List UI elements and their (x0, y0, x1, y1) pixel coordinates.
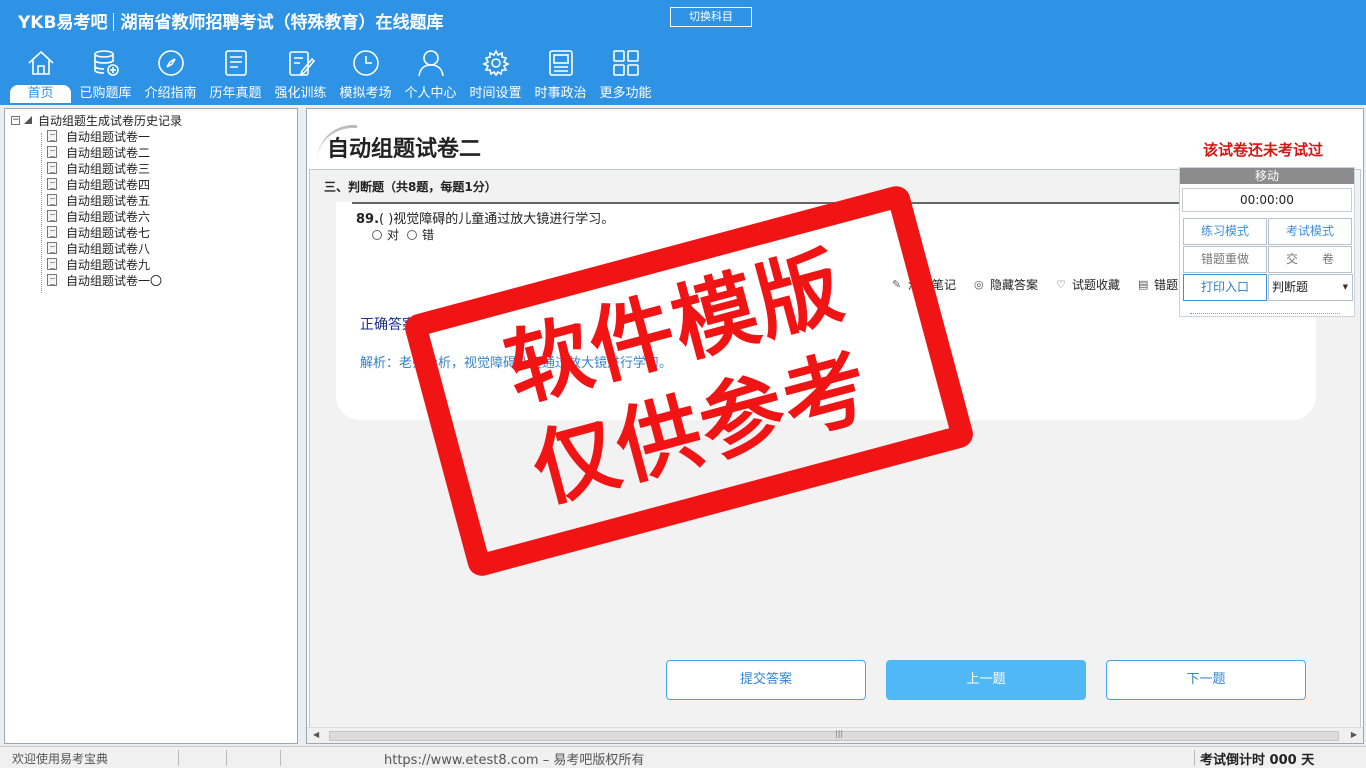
app-header: YKB易考吧 湖南省教师招聘考试（特殊教育）在线题库 切换科目 首页 已购题库 介… (0, 0, 1366, 105)
user-icon (417, 50, 444, 77)
document-icon (47, 146, 57, 158)
tree-item[interactable]: 自动组题试卷二 (37, 144, 162, 160)
document-icon (47, 258, 57, 270)
home-icon (27, 50, 54, 75)
clock-icon (352, 50, 379, 76)
document-icon (47, 226, 57, 238)
exam-mode-button[interactable]: 考试模式 (1268, 218, 1352, 245)
copyright-url: https://www.etest8.com – 易考吧版权所有 (384, 753, 645, 768)
pencil-icon: ✎ (892, 277, 902, 291)
eye-icon: ◎ (974, 277, 984, 291)
exam-control-box: 移动 00:00:00 练习模式 考试模式 错题重做 交 卷 打印入口 判断题 (1179, 167, 1355, 317)
switch-subject-button[interactable]: 切换科目 (670, 7, 752, 27)
book-icon: ▤ (1138, 277, 1149, 291)
logo: YKB易考吧 (18, 13, 108, 33)
nav-past-exams[interactable]: 历年真题 (203, 46, 268, 104)
hand-in-button[interactable]: 交 卷 (1268, 246, 1352, 273)
list-icon (224, 50, 247, 76)
nav-mock-exam[interactable]: 模拟考场 (333, 46, 398, 104)
question-number: 89. (356, 212, 380, 227)
exam-countdown: 考试倒计时 000 天 (1200, 753, 1315, 768)
tree-item[interactable]: 自动组题试卷五 (37, 192, 162, 208)
option-true[interactable]: 对 (372, 226, 399, 243)
question-card: 89.( )视觉障碍的儿童通过放大镜进行学习。 对 错 ✎ 添加笔记 ◎ 隐藏答案 … (336, 202, 1316, 420)
nav-home[interactable]: 首页 (8, 46, 73, 104)
document-icon (47, 194, 57, 206)
correct-answer: 正确答案 (360, 317, 416, 333)
history-tree-panel: − 自动组题生成试卷历史记录 自动组题试卷一 自动组题试卷二 自动组题试卷三 自… (4, 108, 298, 744)
question-type-select[interactable]: 判断题 (1268, 274, 1353, 301)
scroll-right-icon[interactable]: ▶ (1351, 730, 1357, 739)
tree-item[interactable]: 自动组题试卷六 (37, 208, 162, 224)
scroll-left-icon[interactable]: ◀ (313, 730, 319, 739)
tree-item[interactable]: 自动组题试卷七 (37, 224, 162, 240)
tree-item[interactable]: 自动组题试卷四 (37, 176, 162, 192)
exam-status: 该试卷还未考试过 (1202, 141, 1323, 159)
edit-icon (288, 51, 315, 76)
tree-root[interactable]: − 自动组题生成试卷历史记录 (11, 112, 182, 128)
practice-mode-button[interactable]: 练习模式 (1183, 218, 1267, 245)
horizontal-scrollbar[interactable]: ◀ ||| ▶ (307, 727, 1363, 743)
status-bar: 欢迎使用易考宝典 https://www.etest8.com – 易考吧版权所… (0, 746, 1366, 768)
app-brand: YKB易考吧 湖南省教师招聘考试（特殊教育）在线题库 (18, 8, 443, 33)
radio-icon[interactable] (407, 229, 418, 240)
nav-current-affairs[interactable]: 时事政治 (528, 46, 593, 104)
document-icon (47, 178, 57, 190)
answer-options: 对 错 (372, 226, 442, 243)
scrollbar-thumb[interactable] (329, 731, 1339, 741)
grid-icon (612, 50, 639, 76)
heart-icon: ♡ (1056, 277, 1066, 291)
nav-personal-center[interactable]: 个人中心 (398, 46, 463, 104)
database-icon (93, 50, 119, 76)
favorite-button[interactable]: ♡ 试题收藏 (1056, 276, 1120, 293)
app-title: 湖南省教师招聘考试（特殊教育）在线题库 (120, 13, 444, 33)
redo-wrong-button[interactable]: 错题重做 (1183, 246, 1267, 273)
prev-question-button[interactable]: 上一题 (886, 660, 1086, 700)
document-icon (47, 162, 57, 174)
tree-item[interactable]: 自动组题试卷一〇 (37, 272, 162, 288)
tree-children: 自动组题试卷一 自动组题试卷二 自动组题试卷三 自动组题试卷四 自动组题试卷五 … (37, 128, 162, 288)
document-icon (47, 130, 57, 142)
add-note-button[interactable]: ✎ 添加笔记 (892, 276, 956, 293)
tree-item[interactable]: 自动组题试卷九 (37, 256, 162, 272)
compass-icon (157, 50, 184, 76)
timer: 00:00:00 (1182, 188, 1352, 212)
nav-more[interactable]: 更多功能 (593, 46, 658, 104)
section-title: 三、判断题（共8题，每题1分） (324, 180, 497, 194)
document-icon (47, 242, 57, 254)
grip-icon: ||| (835, 729, 844, 738)
news-icon (548, 50, 573, 76)
wrong-book-button[interactable]: ▤ 错题 (1138, 276, 1178, 293)
folder-icon (24, 116, 32, 124)
nav-purchased[interactable]: 已购题库 (73, 46, 138, 104)
question-text: 89.( )视觉障碍的儿童通过放大镜进行学习。 (356, 208, 614, 227)
tree-item[interactable]: 自动组题试卷八 (37, 240, 162, 256)
nav-training[interactable]: 强化训练 (268, 46, 333, 104)
radio-icon[interactable] (372, 229, 382, 240)
tree-item[interactable]: 自动组题试卷三 (37, 160, 162, 176)
document-icon (47, 274, 57, 286)
next-question-button[interactable]: 下一题 (1106, 660, 1306, 700)
question-stem: ( )视觉障碍的儿童通过放大镜进行学习。 (379, 212, 615, 227)
question-tools: ✎ 添加笔记 ◎ 隐藏答案 ♡ 试题收藏 ▤ 错题 (892, 276, 1196, 293)
print-button[interactable]: 打印入口 (1183, 274, 1267, 301)
move-handle[interactable]: 移动 (1180, 168, 1354, 184)
analysis-text: 解析：老师分析，视觉障碍儿童通过放大镜进行学习。 (360, 356, 673, 371)
tree-item[interactable]: 自动组题试卷一 (37, 128, 162, 144)
option-false[interactable]: 错 (407, 226, 434, 243)
welcome-text: 欢迎使用易考宝典 (12, 752, 109, 766)
collapse-icon[interactable]: − (11, 115, 20, 125)
nav-guide[interactable]: 介绍指南 (138, 46, 203, 104)
document-icon (47, 210, 57, 222)
paper-title: 自动组题试卷二 (327, 137, 482, 162)
main-nav: 首页 已购题库 介绍指南 历年真题 强化训练 模拟考场 个人中心 时间设置 时事… (8, 46, 658, 104)
submit-answer-button[interactable]: 提交答案 (666, 660, 866, 700)
tree-root-label: 自动组题生成试卷历史记录 (38, 113, 183, 128)
nav-time-settings[interactable]: 时间设置 (463, 46, 528, 104)
hide-answer-button[interactable]: ◎ 隐藏答案 (974, 276, 1038, 293)
gear-icon (481, 49, 510, 77)
